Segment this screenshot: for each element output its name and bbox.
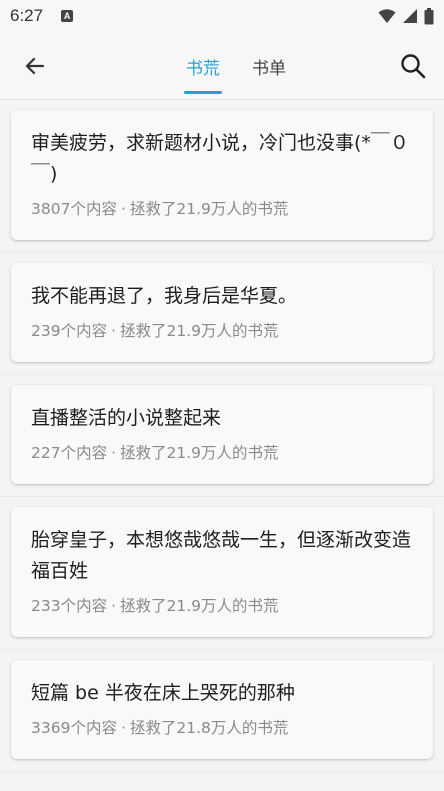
content-count: 3807个内容 xyxy=(31,200,117,218)
arrow-left-icon xyxy=(25,57,45,75)
notification-badge: A xyxy=(61,10,74,22)
card-meta: 3369个内容 · 拯救了21.8万人的书荒 xyxy=(31,719,289,737)
card-meta: 3807个内容 · 拯救了21.9万人的书荒 xyxy=(31,200,289,218)
content-count: 3369个内容 xyxy=(31,719,117,737)
status-icons xyxy=(378,7,434,25)
app-bar: 书荒 书单 xyxy=(0,32,444,100)
tab-label: 书荒 xyxy=(186,58,220,79)
book-request-list: 审美疲劳，求新题材小说，冷门也没事(*￣０￣) 3807个内容 · 拯救了21.9万… xyxy=(0,100,444,772)
search-button[interactable] xyxy=(396,49,430,83)
status-bar: 6:27 A xyxy=(0,0,444,32)
list-item: 直播整活的小说整起来 227个内容 · 拯救了21.9万人的书荒 xyxy=(0,375,444,497)
list-item: 审美疲劳，求新题材小说，冷门也没事(*￣０￣) 3807个内容 · 拯救了21.9万… xyxy=(0,100,444,253)
battery-icon xyxy=(424,7,434,24)
card-meta: 227个内容 · 拯救了21.9万人的书荒 xyxy=(31,444,279,462)
saved-count: 拯救了21.9万人的书荒 xyxy=(120,597,279,615)
book-request-card[interactable]: 审美疲劳，求新题材小说，冷门也没事(*￣０￣) 3807个内容 · 拯救了21.9万… xyxy=(11,110,433,240)
card-meta: 239个内容 · 拯救了21.9万人的书荒 xyxy=(31,322,279,340)
search-icon xyxy=(401,54,426,79)
content-count: 227个内容 xyxy=(31,444,108,462)
list-item: 我不能再退了，我身后是华夏。 239个内容 · 拯救了21.9万人的书荒 xyxy=(0,253,444,375)
book-request-card[interactable]: 我不能再退了，我身后是华夏。 239个内容 · 拯救了21.9万人的书荒 xyxy=(11,263,433,362)
tab-book-shortage[interactable]: 书荒 xyxy=(178,32,228,100)
list-item: 胎穿皇子，本想悠哉悠哉一生，但逐渐改变造福百姓 233个内容 · 拯救了21.9万人… xyxy=(0,497,444,650)
status-time: 6:27 xyxy=(10,6,44,25)
tab-label: 书单 xyxy=(252,58,286,79)
saved-count: 拯救了21.9万人的书荒 xyxy=(129,200,289,218)
card-title: 审美疲劳，求新题材小说，冷门也没事(*￣０￣) xyxy=(31,132,409,185)
book-request-card[interactable]: 胎穿皇子，本想悠哉悠哉一生，但逐渐改变造福百姓 233个内容 · 拯救了21.9万人… xyxy=(11,507,433,637)
tab-book-lists[interactable]: 书单 xyxy=(244,32,294,100)
back-button[interactable] xyxy=(18,50,52,82)
tab-bar: 书荒 书单 xyxy=(178,32,310,100)
card-title: 我不能再退了，我身后是华夏。 xyxy=(31,285,298,307)
card-title: 短篇 be 半夜在床上哭死的那种 xyxy=(31,682,295,704)
content-count: 233个内容 xyxy=(31,597,108,615)
list-item: 短篇 be 半夜在床上哭死的那种 3369个内容 · 拯救了21.8万人的书荒 xyxy=(0,650,444,772)
card-title: 胎穿皇子，本想悠哉悠哉一生，但逐渐改变造福百姓 xyxy=(31,529,412,582)
content-count: 239个内容 xyxy=(31,322,108,340)
saved-count: 拯救了21.8万人的书荒 xyxy=(129,719,289,737)
signal-icon xyxy=(403,9,417,23)
saved-count: 拯救了21.9万人的书荒 xyxy=(120,322,279,340)
card-meta: 233个内容 · 拯救了21.9万人的书荒 xyxy=(31,597,279,615)
book-request-card[interactable]: 短篇 be 半夜在床上哭死的那种 3369个内容 · 拯救了21.8万人的书荒 xyxy=(11,660,433,759)
book-request-card[interactable]: 直播整活的小说整起来 227个内容 · 拯救了21.9万人的书荒 xyxy=(11,385,433,484)
saved-count: 拯救了21.9万人的书荒 xyxy=(120,444,279,462)
wifi-icon xyxy=(378,9,396,23)
card-title: 直播整活的小说整起来 xyxy=(31,407,222,429)
